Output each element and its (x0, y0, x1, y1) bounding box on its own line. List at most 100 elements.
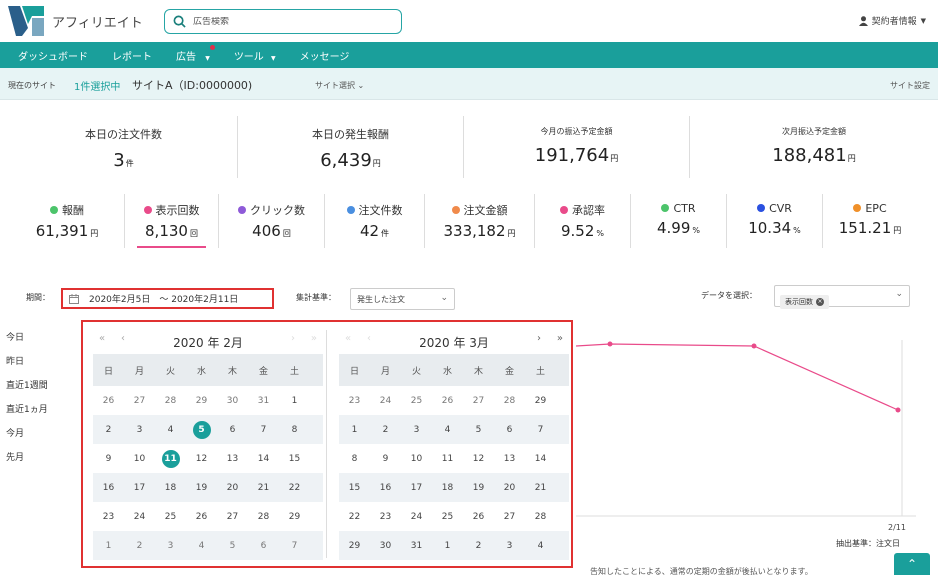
calendar-day[interactable]: 29 (279, 507, 310, 527)
nav-ads[interactable]: 広告 ▼ (176, 44, 215, 63)
calendar-day[interactable]: 28 (155, 391, 186, 411)
chart-point[interactable] (751, 343, 757, 349)
contract-info-menu[interactable]: 契約者情報 ▼ (858, 14, 926, 27)
calendar-day[interactable]: 6 (217, 420, 248, 440)
data-multiselect[interactable]: 表示回数 × ⌄ (774, 285, 910, 309)
calendar-day[interactable]: 4 (155, 420, 186, 440)
remove-chip-icon[interactable]: × (816, 298, 824, 306)
nav-dashboard[interactable]: ダッシュボード (18, 48, 88, 63)
metric-tab[interactable]: 注文金額 333,182 円 (425, 194, 535, 248)
calendar-day[interactable]: 7 (525, 420, 556, 440)
calendar-day[interactable]: 17 (401, 478, 432, 498)
brand-logo[interactable] (8, 6, 44, 36)
calendar-day[interactable]: 11 (155, 449, 186, 469)
calendar-day[interactable]: 3 (494, 536, 525, 556)
calendar-day[interactable]: 27 (463, 391, 494, 411)
calendar-day[interactable]: 4 (186, 536, 217, 556)
calendar-day[interactable]: 25 (155, 507, 186, 527)
calendar-day[interactable]: 14 (248, 449, 279, 469)
metric-tab[interactable]: CTR 4.99% (631, 194, 727, 248)
calendar-day[interactable]: 28 (525, 507, 556, 527)
calendar-day[interactable]: 1 (93, 536, 124, 556)
calendar-day[interactable]: 22 (279, 478, 310, 498)
metric-tab[interactable]: 注文件数 42 件 (325, 194, 425, 248)
calendar-day[interactable]: 20 (494, 478, 525, 498)
calendar-day[interactable]: 26 (93, 391, 124, 411)
metric-tab[interactable]: クリック数 406 回 (219, 194, 325, 248)
calendar-day[interactable]: 20 (217, 478, 248, 498)
nav-report[interactable]: レポート (112, 48, 152, 63)
calendar-day[interactable]: 29 (339, 536, 370, 556)
period-picker[interactable]: 2020年2月5日 〜 2020年2月11日 (61, 288, 274, 309)
calendar-day[interactable]: 7 (279, 536, 310, 556)
calendar-day[interactable]: 25 (432, 507, 463, 527)
calendar-day[interactable]: 26 (463, 507, 494, 527)
quick-range-item[interactable]: 直近1ヵ月 (6, 402, 48, 426)
calendar-day[interactable]: 15 (339, 478, 370, 498)
next-year-icon[interactable]: » (557, 333, 563, 344)
metric-tab[interactable]: 報酬 61,391 円 (10, 194, 125, 248)
calendar-day[interactable]: 28 (248, 507, 279, 527)
calendar-day[interactable]: 10 (401, 449, 432, 469)
next-month-icon[interactable]: › (291, 333, 295, 344)
calendar-day[interactable]: 9 (93, 449, 124, 469)
calendar-day[interactable]: 24 (124, 507, 155, 527)
calendar-day[interactable]: 23 (370, 507, 401, 527)
site-select-button[interactable]: サイト選択 ⌄ (315, 80, 364, 91)
calendar-day[interactable]: 1 (279, 391, 310, 411)
metric-tab[interactable]: EPC 151.21 円 (823, 194, 917, 248)
calendar-day[interactable]: 17 (124, 478, 155, 498)
metric-tab[interactable]: 承認率 9.52% (535, 194, 631, 248)
next-month-icon[interactable]: › (537, 333, 541, 344)
quick-range-item[interactable]: 昨日 (6, 354, 48, 378)
calendar-day[interactable]: 10 (124, 449, 155, 469)
calendar-day[interactable]: 5 (463, 420, 494, 440)
calendar-day[interactable]: 23 (93, 507, 124, 527)
calendar-day[interactable]: 27 (217, 507, 248, 527)
ad-search-box[interactable] (164, 9, 402, 34)
calendar-day[interactable]: 27 (124, 391, 155, 411)
calendar-day[interactable]: 24 (401, 507, 432, 527)
calendar-day[interactable]: 3 (401, 420, 432, 440)
calendar-day[interactable]: 2 (463, 536, 494, 556)
calendar-day[interactable]: 6 (494, 420, 525, 440)
calendar-day[interactable]: 1 (339, 420, 370, 440)
calendar-day[interactable]: 30 (217, 391, 248, 411)
calendar-day[interactable]: 26 (432, 391, 463, 411)
quick-range-item[interactable]: 直近1週間 (6, 378, 48, 402)
calendar-day[interactable]: 9 (370, 449, 401, 469)
calendar-day[interactable]: 23 (339, 391, 370, 411)
calendar-day[interactable]: 25 (401, 391, 432, 411)
calendar-day[interactable]: 5 (186, 420, 217, 440)
calendar-day[interactable]: 21 (525, 478, 556, 498)
calendar-day[interactable]: 7 (248, 420, 279, 440)
metric-tab[interactable]: 表示回数 8,130 回 (125, 194, 219, 248)
calendar-day[interactable]: 13 (494, 449, 525, 469)
calendar-day[interactable]: 28 (494, 391, 525, 411)
calendar-day[interactable]: 3 (124, 420, 155, 440)
selected-count[interactable]: 1件選択中 (74, 78, 120, 93)
calendar-day[interactable]: 19 (463, 478, 494, 498)
scroll-top-button[interactable]: ⌃ (894, 553, 930, 575)
calendar-day[interactable]: 2 (124, 536, 155, 556)
calendar-day[interactable]: 24 (370, 391, 401, 411)
calendar-day[interactable]: 11 (432, 449, 463, 469)
calendar-day[interactable]: 18 (155, 478, 186, 498)
quick-range-item[interactable]: 先月 (6, 450, 48, 474)
nav-tools[interactable]: ツール ▼ (234, 48, 276, 63)
quick-range-item[interactable]: 今日 (6, 330, 48, 354)
calendar-day[interactable]: 16 (93, 478, 124, 498)
calendar-day[interactable]: 12 (463, 449, 494, 469)
calendar-day[interactable]: 31 (401, 536, 432, 556)
calendar-day[interactable]: 27 (494, 507, 525, 527)
chart-point[interactable] (895, 407, 901, 413)
next-year-icon[interactable]: » (311, 333, 317, 344)
calendar-day[interactable]: 26 (186, 507, 217, 527)
calendar-day[interactable]: 18 (432, 478, 463, 498)
calendar-day[interactable]: 6 (248, 536, 279, 556)
calendar-day[interactable]: 1 (432, 536, 463, 556)
calendar-day[interactable]: 29 (525, 391, 556, 411)
calendar-day[interactable]: 13 (217, 449, 248, 469)
calendar-day[interactable]: 21 (248, 478, 279, 498)
calendar-day[interactable]: 15 (279, 449, 310, 469)
